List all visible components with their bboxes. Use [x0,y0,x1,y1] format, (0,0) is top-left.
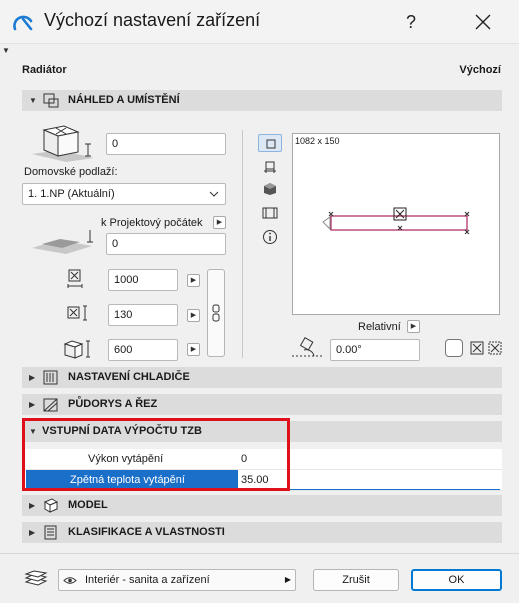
section-title: PŮDORYS A ŘEZ [68,398,158,410]
collapsed-triangle-icon: ▶ [29,373,36,382]
3d-view-button[interactable] [258,180,282,198]
layer-arrow-icon: ▶ [284,575,291,584]
width-icon [67,269,83,288]
radiator-plan-drawing [322,207,470,235]
relative-label: Relativní [358,321,401,333]
chevron-down-icon [209,191,219,197]
model-cube-icon [43,498,59,513]
rotation-angle-icon [292,336,322,357]
section-header-model[interactable]: ▶ MODEL [22,495,502,516]
height-input[interactable]: 600 [108,339,178,361]
section-view-icon [264,161,276,173]
section-title: MODEL [68,499,108,511]
eye-icon [63,577,77,584]
chain-link-icon [212,304,220,322]
layer-select[interactable]: Interiér - sanita a zařízení ▶ [58,569,296,591]
section-title: NÁHLED A UMÍSTĚNÍ [68,94,180,106]
film-strip-icon [262,207,278,219]
element-type-label: Radiátor [22,64,67,76]
classification-list-icon [44,525,57,540]
window-title: Výchozí nastavení zařízení [44,10,261,30]
floor-plan-section-icon [43,398,58,412]
angle-input[interactable]: 0.00° [330,339,420,361]
cube-icon [264,183,276,195]
section-view-button[interactable] [258,158,282,176]
section-title: NASTAVENÍ CHLADIČE [68,371,190,383]
link-dimensions-button[interactable] [207,269,225,357]
info-button[interactable] [258,228,282,246]
square-plan-icon [266,139,276,149]
close-icon[interactable] [468,8,498,36]
depth-icon [67,305,87,321]
width-input[interactable]: 1000 [108,269,178,291]
mirror-toggle[interactable] [445,339,463,357]
preview-dimensions: 1082 x 150 [295,136,340,146]
preview-panel: 1082 x 150 [292,133,500,315]
help-button[interactable]: ? [396,8,426,36]
plan-view-button[interactable] [258,134,282,152]
section-header-classification[interactable]: ▶ KLASIFIKACE A VLASTNOSTI [22,522,502,543]
preview-placement-icon [43,93,59,108]
depth-arrow-button[interactable]: ▶ [187,309,200,322]
radiator-settings-icon [43,370,58,385]
expanded-triangle-icon: ▼ [29,96,37,105]
annotation-highlight-box [22,418,290,491]
height-icon [63,340,90,359]
relative-arrow-button[interactable]: ▶ [407,320,420,333]
depth-input[interactable]: 130 [108,304,178,326]
elevation-view-button[interactable] [258,204,282,222]
footer-separator [0,553,519,554]
preset-name-label: Výchozí [459,64,501,76]
mirror-x-icon[interactable] [470,341,484,355]
reference-arrow-button[interactable]: ▶ [213,216,226,229]
cancel-button[interactable]: Zrušit [313,569,399,591]
info-icon [263,230,277,244]
base-offset-icon [32,230,93,254]
collapsed-triangle-icon: ▶ [29,528,36,537]
home-story-label: Domovské podlaží: [24,166,118,178]
home-story-select[interactable]: 1. 1.NP (Aktuální) [22,183,226,205]
section-title: KLASIFIKACE A VLASTNOSTI [68,526,225,538]
layer-value: Interiér - sanita a zařízení [85,574,210,586]
height-arrow-button[interactable]: ▶ [187,343,200,356]
collapsed-triangle-icon: ▶ [29,501,36,510]
base-offset-input[interactable]: 0 [106,233,226,255]
vertical-divider [242,130,243,358]
width-arrow-button[interactable]: ▶ [187,274,200,287]
collapsed-triangle-icon: ▶ [29,400,36,409]
reference-label: k Projektový počátek [101,217,203,229]
layers-icon [24,570,48,586]
top-offset-icon [32,125,94,162]
top-offset-input[interactable]: 0 [106,133,226,155]
archicad-logo-icon [13,15,33,31]
dialog-menu-arrow-icon[interactable]: ▼ [2,46,10,55]
section-header-floorplan[interactable]: ▶ PŮDORYS A ŘEZ [22,394,502,415]
home-story-value: 1. 1.NP (Aktuální) [28,188,115,200]
mirror-y-icon[interactable] [488,341,502,355]
section-header-radiator[interactable]: ▶ NASTAVENÍ CHLADIČE [22,367,502,388]
section-header-preview[interactable]: ▼ NÁHLED A UMÍSTĚNÍ [22,90,502,111]
ok-button[interactable]: OK [411,569,502,591]
